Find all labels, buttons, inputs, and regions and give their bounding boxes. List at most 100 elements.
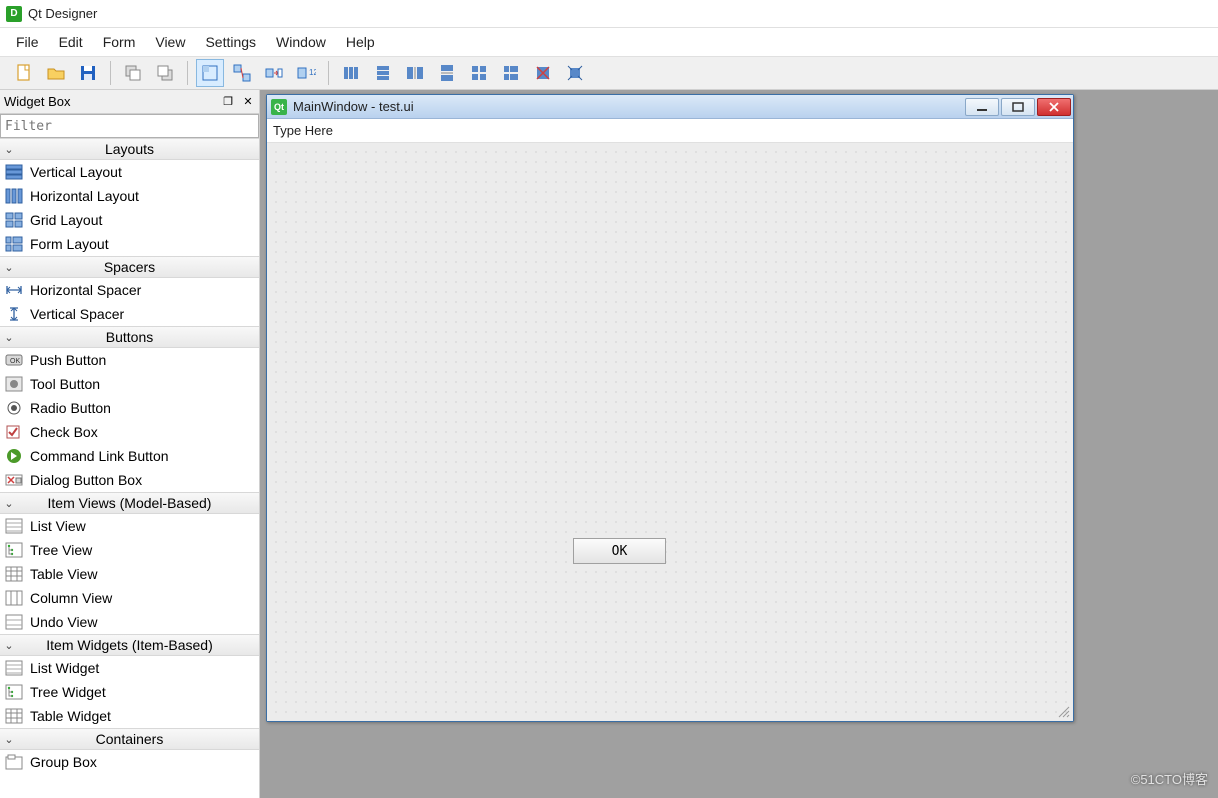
edit-signals-button[interactable]	[228, 59, 256, 87]
undov-icon	[4, 613, 24, 631]
chevron-down-icon: ⌄	[0, 639, 18, 652]
widget-item[interactable]: Horizontal Layout	[0, 184, 259, 208]
menu-edit[interactable]: Edit	[49, 30, 93, 54]
layout-vsplit-button[interactable]	[433, 59, 461, 87]
widget-label: Tree Widget	[30, 684, 106, 700]
edit-widgets-button[interactable]	[196, 59, 224, 87]
new-file-button[interactable]	[10, 59, 38, 87]
designer-titlebar[interactable]: Qt MainWindow - test.ui	[267, 95, 1073, 119]
maximize-button[interactable]	[1001, 98, 1035, 116]
treev-icon	[4, 683, 24, 701]
minimize-button[interactable]	[965, 98, 999, 116]
widget-item[interactable]: Table View	[0, 562, 259, 586]
adjust-size-button[interactable]	[561, 59, 589, 87]
widget-item[interactable]: Command Link Button	[0, 444, 259, 468]
edit-taborder-button[interactable]: 12	[292, 59, 320, 87]
widget-item[interactable]: Radio Button	[0, 396, 259, 420]
menu-help[interactable]: Help	[336, 30, 385, 54]
widget-item[interactable]: List Widget	[0, 656, 259, 680]
designer-title: MainWindow - test.ui	[293, 99, 965, 114]
widget-tree[interactable]: ⌄Layouts Vertical Layout Horizontal Layout…	[0, 138, 259, 798]
widget-label: List View	[30, 518, 86, 534]
designer-menubar[interactable]: Type Here	[267, 119, 1073, 143]
save-file-button[interactable]	[74, 59, 102, 87]
send-back-button[interactable]	[119, 59, 147, 87]
close-button[interactable]	[1037, 98, 1071, 116]
widget-item[interactable]: Check Box	[0, 420, 259, 444]
widget-item[interactable]: Push Button	[0, 348, 259, 372]
category-header[interactable]: ⌄Item Views (Model-Based)	[0, 492, 259, 514]
layout-vertical-button[interactable]	[369, 59, 397, 87]
watermark-text: ©51CTO博客	[1131, 769, 1208, 788]
widget-item[interactable]: Undo View	[0, 610, 259, 634]
widget-item[interactable]: Vertical Spacer	[0, 302, 259, 326]
dock-float-button[interactable]: ❐	[219, 93, 237, 111]
listv-icon	[4, 659, 24, 677]
menu-settings[interactable]: Settings	[195, 30, 266, 54]
layout-form-button[interactable]	[497, 59, 525, 87]
open-file-button[interactable]	[42, 59, 70, 87]
category-header[interactable]: ⌄Item Widgets (Item-Based)	[0, 634, 259, 656]
tablev-icon	[4, 565, 24, 583]
filter-input[interactable]	[0, 114, 259, 138]
vlayout-icon	[4, 163, 24, 181]
widget-item[interactable]: Dialog Button Box	[0, 468, 259, 492]
bring-front-button[interactable]	[151, 59, 179, 87]
widget-item[interactable]: Form Layout	[0, 232, 259, 256]
resize-grip-icon[interactable]	[1057, 705, 1071, 719]
check-icon	[4, 423, 24, 441]
layout-grid-button[interactable]	[465, 59, 493, 87]
category-header[interactable]: ⌄Layouts	[0, 138, 259, 160]
widget-item[interactable]: Table Widget	[0, 704, 259, 728]
category-title: Item Views (Model-Based)	[18, 495, 259, 511]
groupbox-icon	[4, 753, 24, 771]
widget-label: Radio Button	[30, 400, 111, 416]
widget-label: Horizontal Spacer	[30, 282, 141, 298]
app-title: Qt Designer	[28, 6, 97, 21]
tablev-icon	[4, 707, 24, 725]
widget-item[interactable]: Group Box	[0, 750, 259, 774]
chevron-down-icon: ⌄	[0, 733, 18, 746]
toolbar-separator	[187, 61, 188, 85]
widget-item[interactable]: Grid Layout	[0, 208, 259, 232]
widget-label: Command Link Button	[30, 448, 169, 464]
listv-icon	[4, 517, 24, 535]
design-canvas[interactable]: OK	[267, 143, 1073, 721]
widget-item[interactable]: Column View	[0, 586, 259, 610]
widget-item[interactable]: Tree View	[0, 538, 259, 562]
widget-label: Undo View	[30, 614, 97, 630]
layout-horizontal-button[interactable]	[337, 59, 365, 87]
category-header[interactable]: ⌄Buttons	[0, 326, 259, 348]
menu-file[interactable]: File	[6, 30, 49, 54]
widget-label: Column View	[30, 590, 112, 606]
category-header[interactable]: ⌄Spacers	[0, 256, 259, 278]
svg-text:12: 12	[309, 68, 316, 77]
dock-close-button[interactable]: ✕	[239, 93, 257, 111]
widget-item[interactable]: Tool Button	[0, 372, 259, 396]
widget-label: Group Box	[30, 754, 97, 770]
widget-label: Table Widget	[30, 708, 111, 724]
vspacer-icon	[4, 305, 24, 323]
edit-buddies-button[interactable]	[260, 59, 288, 87]
widget-label: Check Box	[30, 424, 98, 440]
widget-item[interactable]: Vertical Layout	[0, 160, 259, 184]
widget-item[interactable]: Tree Widget	[0, 680, 259, 704]
widget-label: Grid Layout	[30, 212, 102, 228]
layout-hsplit-button[interactable]	[401, 59, 429, 87]
widget-label: Table View	[30, 566, 97, 582]
hspacer-icon	[4, 281, 24, 299]
app-icon: D	[6, 6, 22, 22]
widget-label: Vertical Layout	[30, 164, 122, 180]
grid-icon	[4, 211, 24, 229]
widget-label: Tool Button	[30, 376, 100, 392]
menu-view[interactable]: View	[145, 30, 195, 54]
toolbar-separator	[110, 61, 111, 85]
widget-item[interactable]: List View	[0, 514, 259, 538]
category-header[interactable]: ⌄Containers	[0, 728, 259, 750]
break-layout-button[interactable]	[529, 59, 557, 87]
form-icon	[4, 235, 24, 253]
menu-form[interactable]: Form	[93, 30, 146, 54]
menu-window[interactable]: Window	[266, 30, 336, 54]
ok-button[interactable]: OK	[573, 538, 666, 564]
widget-item[interactable]: Horizontal Spacer	[0, 278, 259, 302]
